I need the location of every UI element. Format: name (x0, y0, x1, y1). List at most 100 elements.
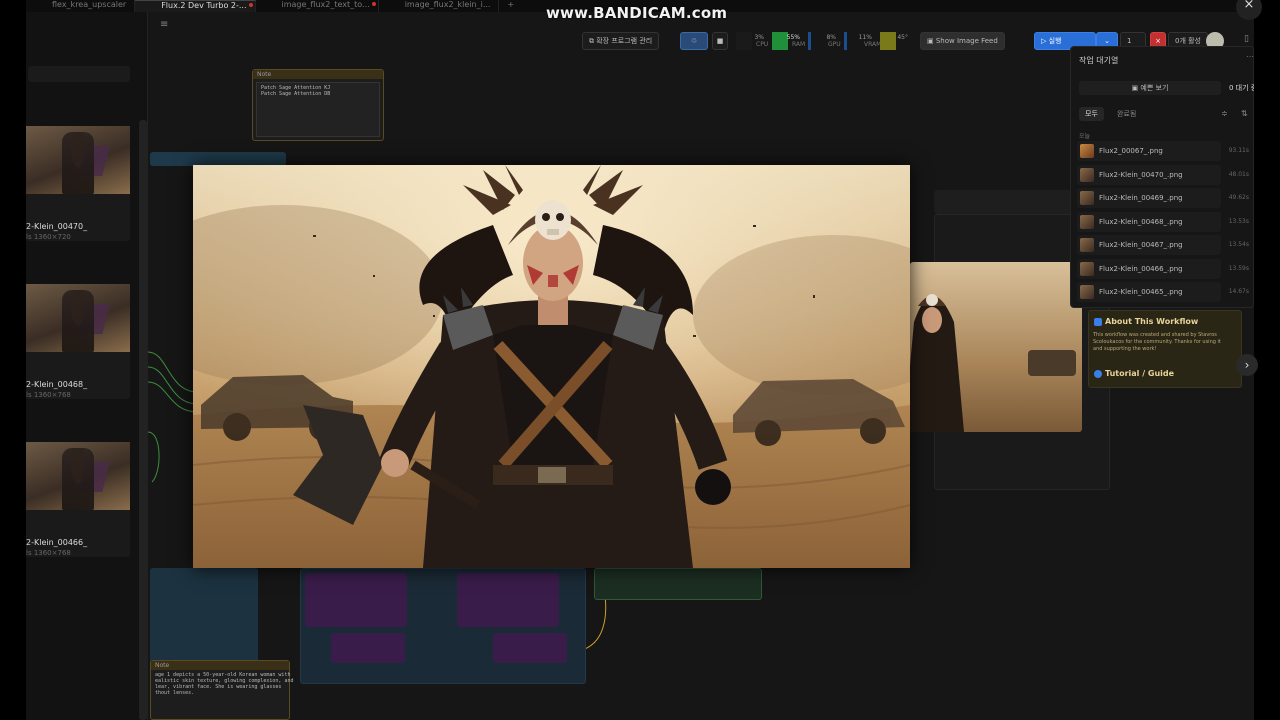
queue-item-name: Flux2-Klein_00468_.png (1099, 218, 1183, 226)
tab-all[interactable]: 모두 (1079, 107, 1104, 121)
queue-item[interactable]: Flux2-Klein_00466_.png 13.59s (1077, 259, 1249, 279)
meter-label: VRAM (864, 41, 882, 48)
node-purple[interactable] (305, 573, 407, 627)
gallery-dims: ls 1360×720 (26, 233, 71, 241)
node-purple[interactable] (457, 573, 559, 627)
sidebar-search-input[interactable] (28, 66, 130, 82)
media-sidebar: 2-Klein_00470_ ls 1360×720 2-Klein_00468… (26, 12, 148, 720)
extensions-button[interactable]: ⧉ 확장 프로그램 관리 (582, 32, 660, 50)
sort-icon[interactable]: ⇅ (1241, 109, 1248, 118)
meter-pct: 55% (786, 34, 800, 41)
queue-item[interactable]: Flux2_00067_.png 93.11s (1077, 141, 1249, 161)
queue-panel: 작업 대기열 ⋯ ▣ 예쁜 보기 0 대기 중 모두 완료됨 ≑ ⇅ 오늘 Fl… (1070, 46, 1254, 308)
queue-item-time: 13.59s (1228, 265, 1249, 272)
gallery-card[interactable]: 2-Klein_00466_ ls 1360×768 (26, 442, 130, 557)
queue-item-time: 93.11s (1228, 147, 1249, 154)
node-purple[interactable] (493, 633, 567, 663)
queue-item-name: Flux2-Klein_00466_.png (1099, 265, 1183, 273)
gallery-filename: 2-Klein_00466_ (26, 538, 88, 547)
workflow-info-title: About This Workflow (1105, 317, 1199, 326)
queue-count: 0 대기 중 (1229, 84, 1254, 92)
play-icon: ▷ (1041, 37, 1049, 45)
show-image-feed-button[interactable]: ▣ Show Image Feed (920, 32, 1005, 50)
save-image-preview (910, 262, 1082, 432)
group-header[interactable] (150, 152, 286, 166)
close-icon: × (1155, 37, 1161, 45)
node-green[interactable] (594, 568, 762, 600)
meter-pct: 45° (897, 34, 908, 41)
filter-icon[interactable]: ≑ (1221, 109, 1228, 118)
next-image-button[interactable]: › (1236, 354, 1258, 376)
letterbox-left (0, 0, 26, 720)
tab-label: image_flux2_text_to... (281, 0, 370, 9)
queue-thumbnail (1080, 238, 1094, 252)
new-tab-button[interactable]: + (499, 0, 522, 12)
meter-pct: 11% (858, 34, 872, 41)
stop-icon: ■ (716, 37, 724, 45)
prompt-note-node[interactable]: Note age 1 depicts a 50-year-old Korean … (150, 660, 294, 720)
queue-item[interactable]: Flux2-Klein_00470_.png 48.01s (1077, 165, 1249, 185)
queue-item-time: 48.01s (1228, 171, 1249, 178)
chevron-right-icon: › (1244, 358, 1250, 372)
queue-thumbnail (1080, 215, 1094, 229)
more-icon[interactable]: ⋯ (1246, 52, 1254, 61)
queue-item-name: Flux2-Klein_00469_.png (1099, 194, 1183, 202)
extensions-label: 확장 프로그램 관리 (596, 37, 653, 45)
stop-button[interactable]: ■ (712, 32, 728, 50)
tab-completed[interactable]: 완료됨 (1111, 107, 1142, 121)
queue-item-name: Flux2_00067_.png (1099, 147, 1163, 155)
node-purple[interactable] (331, 633, 405, 663)
panel-toggle-icon[interactable]: ▯ (1244, 34, 1254, 46)
queue-item-time: 49.62s (1228, 194, 1249, 201)
queue-item-time: 14.67s (1228, 288, 1249, 295)
run-label: 실행 (1048, 37, 1062, 45)
sampler-group[interactable] (300, 568, 586, 684)
queue-item[interactable]: Flux2-Klein_00467_.png 13.54s (1077, 235, 1249, 255)
monitor-button[interactable]: ♲ (680, 32, 708, 50)
meter-pct: 3% (754, 34, 764, 41)
queue-item-time: 13.54s (1228, 241, 1249, 248)
note-text: Patch Sage Attention KJ Patch Sage Atten… (256, 82, 380, 137)
queue-thumbnail (1080, 191, 1094, 205)
lightbox-image[interactable] (193, 165, 910, 568)
node-title: Note (253, 70, 383, 79)
tab-label: flex_krea_upscaler (52, 0, 127, 9)
today-label: 오늘 (1079, 133, 1091, 140)
note-node[interactable]: Note Patch Sage Attention KJ Patch Sage … (252, 69, 384, 141)
image-icon: ▣ (927, 37, 936, 45)
meter-pct: 8% (826, 34, 836, 41)
gallery-thumbnail (26, 442, 130, 510)
queue-thumbnail (1080, 262, 1094, 276)
gallery-dims: ls 1360×768 (26, 391, 71, 399)
letterbox-right (1254, 0, 1280, 720)
queue-item[interactable]: Flux2-Klein_00469_.png 49.62s (1077, 188, 1249, 208)
gallery-filename: 2-Klein_00470_ (26, 222, 88, 231)
queue-title: 작업 대기열 (1079, 56, 1119, 65)
close-icon: × (1243, 0, 1255, 12)
image-feed-label: Show Image Feed (935, 37, 998, 45)
tab-workflow-active[interactable]: Flux.2 Dev Turbo 2-... (135, 0, 256, 12)
queue-item[interactable]: Flux2-Klein_00468_.png 13.53s (1077, 212, 1249, 232)
temp-meter: 45° (880, 32, 914, 50)
queue-item-time: 13.53s (1228, 218, 1249, 225)
queue-item[interactable]: Flux2-Klein_00465_.png 14.67s (1077, 282, 1249, 302)
gallery-card[interactable]: 2-Klein_00468_ ls 1360×768 (26, 284, 130, 399)
preview-toggle-button[interactable]: ▣ 예쁜 보기 (1079, 81, 1221, 95)
meter-label: RAM (792, 41, 806, 48)
tab-workflow[interactable]: flex_krea_upscaler (26, 0, 136, 12)
gpu-meter: 8% GPU (808, 32, 842, 50)
queue-thumbnail (1080, 144, 1094, 158)
unsaved-dot-icon (371, 2, 376, 6)
sidebar-scrollbar[interactable] (139, 120, 147, 720)
warrior-image (193, 165, 910, 568)
tab-label: Flux.2 Dev Turbo 2-... (161, 1, 247, 10)
tutorial-link[interactable]: Tutorial / Guide (1105, 369, 1174, 378)
tab-workflow[interactable]: image_flux2_text_to... (256, 0, 379, 12)
gallery-card[interactable]: 2-Klein_00470_ ls 1360×720 (26, 126, 130, 241)
plus-icon: + (507, 0, 515, 9)
tab-workflow[interactable]: image_flux2_klein_i... (379, 0, 500, 12)
cpu-meter: 3% CPU (736, 32, 770, 50)
batch-count: 1 (1127, 37, 1132, 45)
prompt-text: age 1 depicts a 50-year-old Korean woman… (155, 672, 294, 696)
meter-label: GPU (828, 41, 841, 48)
